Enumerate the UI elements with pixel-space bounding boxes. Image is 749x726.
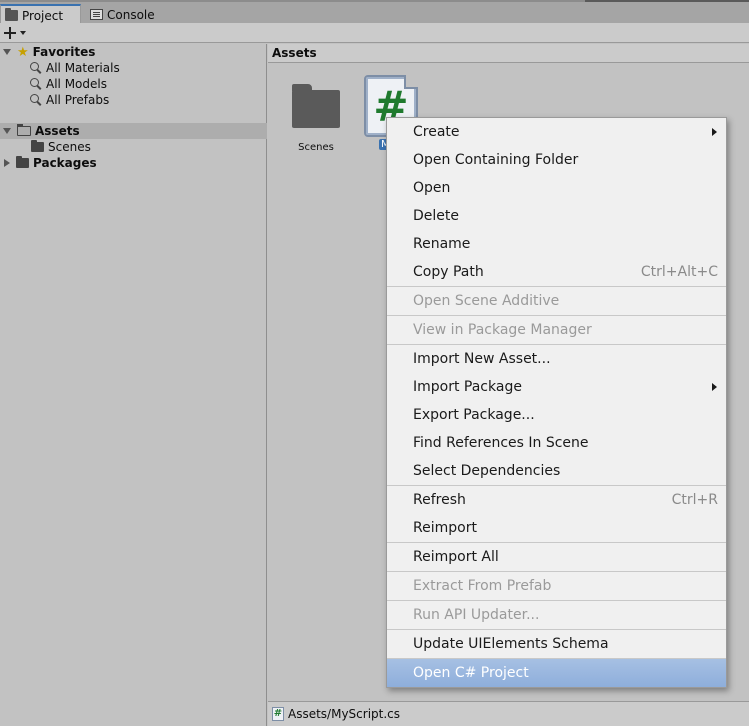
menu-item-label: Select Dependencies bbox=[413, 463, 561, 479]
folder-icon bbox=[16, 156, 29, 168]
context-menu: Create Open Containing Folder Open Delet… bbox=[386, 117, 727, 688]
tree-item-label: All Materials bbox=[46, 61, 120, 75]
folder-tree-pane: ★ Favorites All Materials All Models All… bbox=[0, 44, 267, 726]
search-icon bbox=[30, 62, 42, 74]
tab-project-label: Project bbox=[22, 8, 64, 23]
menu-item-update-uielements-schema[interactable]: Update UIElements Schema bbox=[387, 630, 726, 658]
tree-item-assets[interactable]: Assets bbox=[0, 123, 267, 139]
tree-item-favorites[interactable]: ★ Favorites bbox=[0, 44, 267, 60]
menu-item-label: View in Package Manager bbox=[413, 322, 592, 338]
folder-open-icon bbox=[17, 124, 31, 136]
folder-icon bbox=[31, 140, 44, 152]
menu-item-label: Create bbox=[413, 124, 460, 140]
asset-tile-scenes[interactable]: Scenes bbox=[288, 82, 344, 153]
menu-item-label: Reimport bbox=[413, 520, 477, 536]
folder-icon bbox=[292, 84, 340, 128]
menu-item-extract-from-prefab: Extract From Prefab bbox=[387, 572, 726, 600]
menu-item-label: Open Scene Additive bbox=[413, 293, 560, 309]
menu-item-rename[interactable]: Rename bbox=[387, 230, 726, 258]
menu-item-label: Copy Path bbox=[413, 264, 484, 280]
search-icon bbox=[30, 78, 42, 90]
tree-item-scenes[interactable]: Scenes bbox=[0, 139, 267, 155]
expand-down-icon[interactable] bbox=[3, 49, 11, 55]
folder-icon bbox=[5, 8, 18, 21]
menu-item-label: Delete bbox=[413, 208, 459, 224]
menu-item-import-package[interactable]: Import Package bbox=[387, 373, 726, 401]
star-icon: ★ bbox=[17, 44, 29, 60]
menu-item-label: Update UIElements Schema bbox=[413, 636, 609, 652]
menu-item-label: Open bbox=[413, 180, 451, 196]
unity-project-window: Project Console ★ Favorites All Material… bbox=[0, 0, 749, 726]
menu-item-label: Import New Asset... bbox=[413, 351, 551, 367]
menu-item-label: Extract From Prefab bbox=[413, 578, 552, 594]
chevron-right-icon bbox=[712, 128, 717, 136]
tabstrip-topline bbox=[585, 0, 749, 2]
expand-right-icon[interactable] bbox=[4, 159, 10, 167]
menu-item-label: Open C# Project bbox=[413, 665, 529, 681]
menu-item-label: Reimport All bbox=[413, 549, 499, 565]
tree-item-all-models[interactable]: All Models bbox=[0, 76, 267, 92]
tree-item-label: Assets bbox=[35, 124, 80, 138]
menu-item-find-references-in-scene[interactable]: Find References In Scene bbox=[387, 429, 726, 457]
tree-item-all-materials[interactable]: All Materials bbox=[0, 60, 267, 76]
search-icon bbox=[30, 94, 42, 106]
tree-item-label: All Models bbox=[46, 77, 107, 91]
chevron-right-icon bbox=[712, 383, 717, 391]
tab-strip: Project Console bbox=[0, 0, 749, 25]
tree-item-label: All Prefabs bbox=[46, 93, 110, 107]
tree-item-label: Packages bbox=[33, 156, 97, 170]
menu-item-label: Refresh bbox=[413, 492, 466, 508]
menu-item-reimport[interactable]: Reimport bbox=[387, 514, 726, 542]
menu-item-open-scene-additive: Open Scene Additive bbox=[387, 287, 726, 315]
menu-item-open-containing-folder[interactable]: Open Containing Folder bbox=[387, 146, 726, 174]
menu-item-create[interactable]: Create bbox=[387, 118, 726, 146]
menu-item-copy-path[interactable]: Copy Path Ctrl+Alt+C bbox=[387, 258, 726, 286]
menu-item-open[interactable]: Open bbox=[387, 174, 726, 202]
menu-item-label: Open Containing Folder bbox=[413, 152, 579, 168]
menu-item-open-csharp-project[interactable]: Open C# Project bbox=[387, 659, 726, 687]
menu-item-label: Import Package bbox=[413, 379, 522, 395]
menu-item-run-api-updater: Run API Updater... bbox=[387, 601, 726, 629]
menu-item-select-dependencies[interactable]: Select Dependencies bbox=[387, 457, 726, 485]
tree-item-label: Scenes bbox=[48, 140, 91, 154]
breadcrumb: Assets bbox=[268, 44, 749, 63]
menu-item-view-in-package-manager: View in Package Manager bbox=[387, 316, 726, 344]
menu-shortcut: Ctrl+R bbox=[671, 492, 718, 508]
tree-item-label: Favorites bbox=[32, 45, 96, 59]
csharp-script-icon: # bbox=[272, 707, 284, 721]
tab-project[interactable]: Project bbox=[0, 4, 81, 25]
menu-item-label: Find References In Scene bbox=[413, 435, 589, 451]
menu-shortcut: Ctrl+Alt+C bbox=[640, 264, 718, 280]
menu-item-import-new-asset[interactable]: Import New Asset... bbox=[387, 345, 726, 373]
menu-item-label: Rename bbox=[413, 236, 471, 252]
menu-item-export-package[interactable]: Export Package... bbox=[387, 401, 726, 429]
selected-asset-path: Assets/MyScript.cs bbox=[288, 707, 401, 721]
tab-console[interactable]: Console bbox=[86, 4, 166, 25]
menu-item-label: Run API Updater... bbox=[413, 607, 540, 623]
tree-item-all-prefabs[interactable]: All Prefabs bbox=[0, 92, 267, 108]
menu-item-refresh[interactable]: Refresh Ctrl+R bbox=[387, 486, 726, 514]
asset-label: Scenes bbox=[298, 142, 334, 153]
breadcrumb-assets[interactable]: Assets bbox=[272, 46, 317, 60]
tree-item-packages[interactable]: Packages bbox=[0, 155, 267, 171]
project-toolbar bbox=[0, 23, 749, 43]
script-glyph: # bbox=[273, 708, 283, 719]
status-bar: # Assets/MyScript.cs bbox=[268, 701, 749, 726]
create-dropdown-button[interactable] bbox=[4, 24, 32, 41]
menu-item-reimport-all[interactable]: Reimport All bbox=[387, 543, 726, 571]
menu-item-label: Export Package... bbox=[413, 407, 535, 423]
plus-icon bbox=[4, 26, 16, 39]
tab-console-label: Console bbox=[107, 7, 155, 22]
chevron-down-icon bbox=[20, 30, 26, 35]
expand-down-icon[interactable] bbox=[3, 128, 11, 134]
console-icon bbox=[90, 9, 103, 20]
menu-item-delete[interactable]: Delete bbox=[387, 202, 726, 230]
